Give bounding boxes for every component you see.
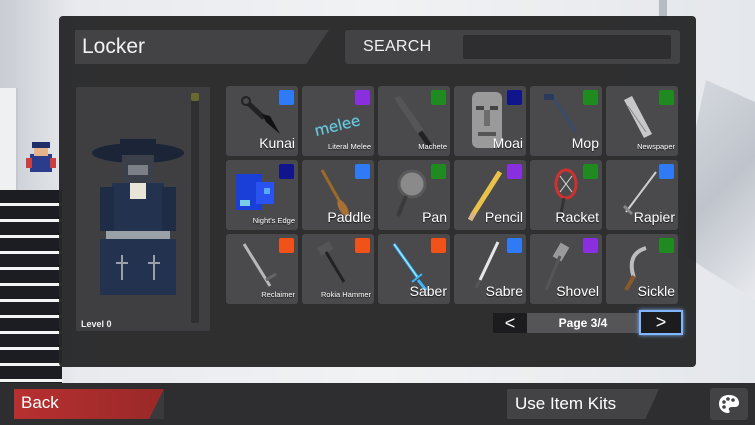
rarity-indicator <box>431 238 446 253</box>
item-label: Rapier <box>633 209 675 226</box>
item-label: Literal Melee <box>328 142 371 152</box>
locker-title-box: Locker <box>75 30 329 64</box>
rarity-indicator <box>355 164 370 179</box>
preview-scrollbar[interactable] <box>191 95 199 323</box>
item-paddle[interactable]: Paddle <box>302 160 374 230</box>
rarity-indicator <box>279 164 294 179</box>
search-bar: SEARCH <box>345 30 680 64</box>
item-label: Paddle <box>327 209 371 226</box>
back-button-label: Back <box>21 393 59 412</box>
item-sabre[interactable]: Sabre <box>454 234 526 304</box>
item-racket[interactable]: Racket <box>530 160 602 230</box>
use-item-kits-button[interactable]: Use Item Kits <box>507 389 659 419</box>
palette-button[interactable] <box>710 388 748 420</box>
locker-panel: Locker SEARCH Level 0 Kunai melee Litera… <box>59 16 696 367</box>
background-stairs <box>0 190 62 390</box>
item-label: Shovel <box>556 283 599 300</box>
item-nights-edge[interactable]: Night's Edge <box>226 160 298 230</box>
item-label: Sabre <box>485 283 523 300</box>
item-pan[interactable]: Pan <box>378 160 450 230</box>
back-button[interactable]: Back <box>14 389 164 419</box>
preview-scroll-thumb[interactable] <box>191 93 199 101</box>
item-mop[interactable]: Mop <box>530 86 602 156</box>
item-label: Pan <box>422 209 447 226</box>
rarity-indicator <box>279 238 294 253</box>
item-label: Kunai <box>259 135 295 152</box>
rarity-indicator <box>355 90 370 105</box>
item-moai[interactable]: Moai <box>454 86 526 156</box>
rarity-indicator <box>659 90 674 105</box>
item-rapier[interactable]: Rapier <box>606 160 678 230</box>
rarity-indicator <box>583 238 598 253</box>
item-label: Mop <box>571 135 599 152</box>
item-label: Reclaimer <box>261 290 295 300</box>
rarity-indicator <box>507 90 522 105</box>
palette-icon <box>719 395 739 413</box>
item-reclaimer[interactable]: Reclaimer <box>226 234 298 304</box>
item-rokia-hammer[interactable]: Rokia Hammer <box>302 234 374 304</box>
item-label: Machete <box>418 142 447 152</box>
item-label: Newspaper <box>637 142 675 152</box>
bottom-bar: Back Use Item Kits <box>0 383 755 425</box>
rarity-indicator <box>583 164 598 179</box>
svg-text:melee: melee <box>313 111 362 140</box>
item-label: Moai <box>492 135 523 152</box>
rarity-indicator <box>279 90 294 105</box>
rarity-indicator <box>507 164 522 179</box>
item-label: Racket <box>555 209 599 226</box>
item-sickle[interactable]: Sickle <box>606 234 678 304</box>
prev-page-button[interactable]: < <box>493 313 527 333</box>
locker-title: Locker <box>82 35 146 58</box>
item-grid: Kunai melee Literal Melee Machete Moai M… <box>226 86 678 304</box>
rarity-indicator <box>431 164 446 179</box>
item-newspaper[interactable]: Newspaper <box>606 86 678 156</box>
item-label: Pencil <box>484 209 523 226</box>
avatar-preview: Level 0 <box>76 87 210 331</box>
level-label: Level 0 <box>81 319 112 329</box>
rarity-indicator <box>583 90 598 105</box>
item-machete[interactable]: Machete <box>378 86 450 156</box>
search-label: SEARCH <box>363 38 432 55</box>
page-indicator: Page 3/4 <box>558 316 608 330</box>
item-saber[interactable]: Saber <box>378 234 450 304</box>
npc-character-icon <box>26 142 56 172</box>
next-page-button[interactable]: > <box>639 310 683 335</box>
item-label: Saber <box>409 283 447 300</box>
rarity-indicator <box>431 90 446 105</box>
item-label: Sickle <box>637 283 675 300</box>
rarity-indicator <box>659 164 674 179</box>
search-input[interactable] <box>463 35 671 59</box>
item-label: Rokia Hammer <box>320 290 371 300</box>
rarity-indicator <box>659 238 674 253</box>
avatar-character-icon <box>92 139 184 295</box>
use-item-kits-label: Use Item Kits <box>515 394 617 413</box>
item-pencil[interactable]: Pencil <box>454 160 526 230</box>
item-literal-melee[interactable]: melee Literal Melee <box>302 86 374 156</box>
item-shovel[interactable]: Shovel <box>530 234 602 304</box>
item-label: Night's Edge <box>252 216 295 226</box>
rarity-indicator <box>507 238 522 253</box>
pagination: < Page 3/4 > <box>493 310 683 335</box>
item-kunai[interactable]: Kunai <box>226 86 298 156</box>
rarity-indicator <box>355 238 370 253</box>
